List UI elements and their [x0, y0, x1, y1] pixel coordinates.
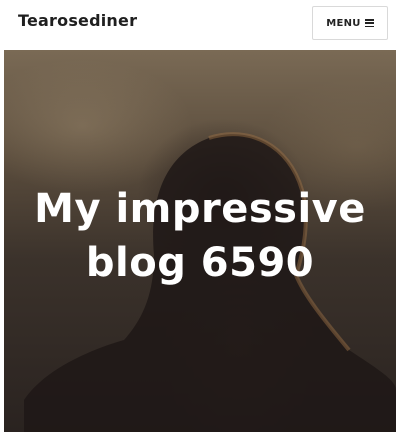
- hero-title: My impressive blog 6590: [4, 182, 396, 290]
- hero-banner: My impressive blog 6590: [4, 50, 396, 432]
- hamburger-icon: [364, 19, 374, 27]
- menu-label: MENU: [326, 17, 361, 29]
- site-header: Tearosediner MENU: [0, 0, 399, 50]
- menu-button[interactable]: MENU: [312, 6, 388, 40]
- page: Tearosediner MENU My impressive blog 659…: [0, 0, 399, 432]
- hero-title-line-2: blog 6590: [85, 240, 315, 286]
- site-title[interactable]: Tearosediner: [18, 11, 137, 30]
- hero-title-line-1: My impressive: [34, 186, 366, 232]
